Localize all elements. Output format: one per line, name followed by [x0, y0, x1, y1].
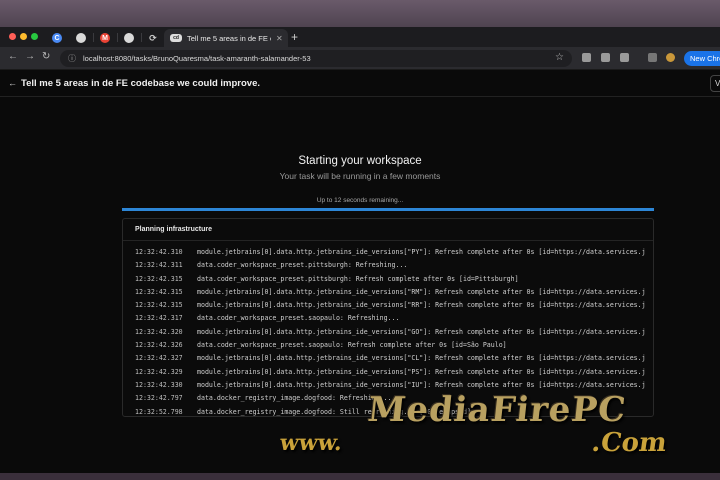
- log-timestamp: 12:32:42.327: [135, 354, 183, 363]
- log-panel: Planning infrastructure 12:32:42.310 modu…: [122, 218, 654, 417]
- dock-area: [0, 473, 720, 480]
- log-line: 12:32:42.330 module.jetbrains[0].data.htt…: [135, 379, 653, 392]
- new-tab-button[interactable]: +: [291, 30, 298, 44]
- time-remaining: Up to 12 seconds remaining...: [316, 197, 404, 204]
- close-window-button[interactable]: [9, 33, 16, 40]
- url-text: localhost:8080/tasks/BrunoQuaresma/task-…: [83, 54, 311, 63]
- minimize-window-button[interactable]: [20, 33, 27, 40]
- log-timestamp: 12:32:42.310: [135, 248, 183, 256]
- log-message: data.coder_workspace_preset.pittsburgh: …: [197, 261, 408, 270]
- coder-icon: cd: [170, 34, 182, 42]
- tab-separator: [141, 33, 142, 42]
- log-line: 12:32:42.329 module.jetbrains[0].data.htt…: [135, 366, 653, 379]
- log-line: 12:32:42.797 data.docker_registry_image.d…: [135, 392, 653, 405]
- log-timestamp: 12:32:42.330: [135, 380, 183, 389]
- log-timestamp: 12:32:42.797: [135, 394, 183, 403]
- gmail-icon: M: [100, 33, 110, 43]
- log-timestamp: 12:32:42.315: [135, 274, 183, 283]
- header-action-button[interactable]: V: [710, 75, 720, 92]
- log-message: module.jetbrains[0].data.http.jetbrains_…: [197, 354, 646, 363]
- bookmark-star-icon[interactable]: ☆: [555, 52, 564, 63]
- log-line: 12:32:42.317 data.coder_workspace_preset.…: [135, 312, 653, 325]
- address-bar[interactable]: ⓘ localhost:8080/tasks/BrunoQuaresma/tas…: [60, 50, 572, 67]
- log-message: data.docker_registry_image.dogfood: Stil…: [197, 407, 471, 416]
- tab-title: Tell me 5 areas in de FE codebase we cou…: [187, 33, 271, 43]
- browser-window: C M ⟳ cd Tell me 5 areas in de FE codeba…: [0, 27, 720, 473]
- progress-fill: [122, 208, 654, 211]
- status-subheading: Your task will be running in a few momen…: [279, 171, 441, 181]
- extensions-puzzle-icon[interactable]: [620, 53, 629, 62]
- log-message: data.coder_workspace_preset.saopaulo: Re…: [197, 341, 507, 350]
- log-list: 12:32:42.310 module.jetbrains[0].data.htt…: [135, 246, 653, 416]
- log-message: module.jetbrains[0].data.http.jetbrains_…: [197, 327, 646, 336]
- tab-strip: C M ⟳ cd Tell me 5 areas in de FE codeba…: [0, 27, 720, 47]
- new-chrome-button[interactable]: New Chro: [684, 51, 720, 66]
- divider: [123, 240, 653, 241]
- tab-pinned-1[interactable]: C: [48, 29, 66, 47]
- log-timestamp: 12:32:52.798: [135, 407, 183, 416]
- log-line: 12:32:52.798 data.docker_registry_image.d…: [135, 406, 653, 416]
- tab-pinned-4[interactable]: [120, 29, 138, 47]
- log-message: data.coder_workspace_preset.pittsburgh: …: [197, 274, 519, 283]
- extension-icon[interactable]: [601, 53, 610, 62]
- back-icon[interactable]: ←: [8, 51, 18, 62]
- log-message: module.jetbrains[0].data.http.jetbrains_…: [197, 367, 646, 376]
- extension-icon[interactable]: [582, 53, 591, 62]
- refresh-icon: ⟳: [149, 32, 157, 43]
- log-timestamp: 12:32:42.311: [135, 261, 183, 270]
- site-info-icon[interactable]: ⓘ: [68, 53, 76, 64]
- github-icon: [124, 33, 134, 43]
- log-message: module.jetbrains[0].data.http.jetbrains_…: [197, 380, 646, 389]
- tab-pinned-5[interactable]: ⟳: [144, 29, 162, 47]
- log-line: 12:32:42.310 module.jetbrains[0].data.htt…: [135, 246, 653, 259]
- log-message: data.docker_registry_image.dogfood: Refr…: [197, 394, 392, 403]
- log-line: 12:32:42.315 data.coder_workspace_preset.…: [135, 273, 653, 286]
- chrome-icon: C: [52, 33, 62, 43]
- log-timestamp: 12:32:42.317: [135, 314, 183, 323]
- back-arrow-icon[interactable]: ←: [8, 78, 17, 88]
- tab-active[interactable]: cd Tell me 5 areas in de FE codebase we …: [164, 29, 288, 47]
- log-line: 12:32:42.327 module.jetbrains[0].data.htt…: [135, 352, 653, 365]
- log-timestamp: 12:32:42.329: [135, 367, 183, 376]
- log-timestamp: 12:32:42.326: [135, 341, 183, 350]
- log-timestamp: 12:32:42.315: [135, 287, 183, 296]
- tab-pinned-3[interactable]: M: [96, 29, 114, 47]
- log-title: Planning infrastructure: [135, 226, 213, 233]
- maximize-window-button[interactable]: [31, 33, 38, 40]
- profile-avatar[interactable]: [666, 53, 675, 62]
- page-title: Tell me 5 areas in de FE codebase we cou…: [21, 78, 260, 89]
- page-header: ← Tell me 5 areas in de FE codebase we c…: [0, 71, 720, 97]
- log-line: 12:32:42.326 data.coder_workspace_preset.…: [135, 339, 653, 352]
- tab-pinned-2[interactable]: [72, 29, 90, 47]
- log-line: 12:32:42.315 module.jetbrains[0].data.htt…: [135, 286, 653, 299]
- log-message: data.coder_workspace_preset.saopaulo: Re…: [197, 314, 400, 323]
- github-icon: [76, 33, 86, 43]
- log-timestamp: 12:32:42.320: [135, 327, 183, 336]
- desktop-background: [0, 0, 720, 27]
- progress-bar: [122, 208, 654, 211]
- close-tab-icon[interactable]: ✕: [276, 34, 283, 43]
- tab-separator: [93, 33, 94, 42]
- browser-toolbar: ← → ↻ ⓘ localhost:8080/tasks/BrunoQuares…: [0, 47, 720, 70]
- log-message: module.jetbrains[0].data.http.jetbrains_…: [197, 301, 646, 310]
- log-timestamp: 12:32:42.315: [135, 301, 183, 310]
- tab-separator: [117, 33, 118, 42]
- log-line: 12:32:42.311 data.coder_workspace_preset.…: [135, 259, 653, 272]
- log-line: 12:32:42.315 module.jetbrains[0].data.htt…: [135, 299, 653, 312]
- reading-list-icon[interactable]: [648, 53, 657, 62]
- log-line: 12:32:42.320 module.jetbrains[0].data.htt…: [135, 326, 653, 339]
- log-message: module.jetbrains[0].data.http.jetbrains_…: [197, 287, 646, 296]
- log-message: module.jetbrains[0].data.http.jetbrains_…: [197, 248, 646, 256]
- status-heading: Starting your workspace: [298, 155, 422, 167]
- reload-icon[interactable]: ↻: [42, 51, 50, 62]
- forward-icon[interactable]: →: [25, 51, 35, 62]
